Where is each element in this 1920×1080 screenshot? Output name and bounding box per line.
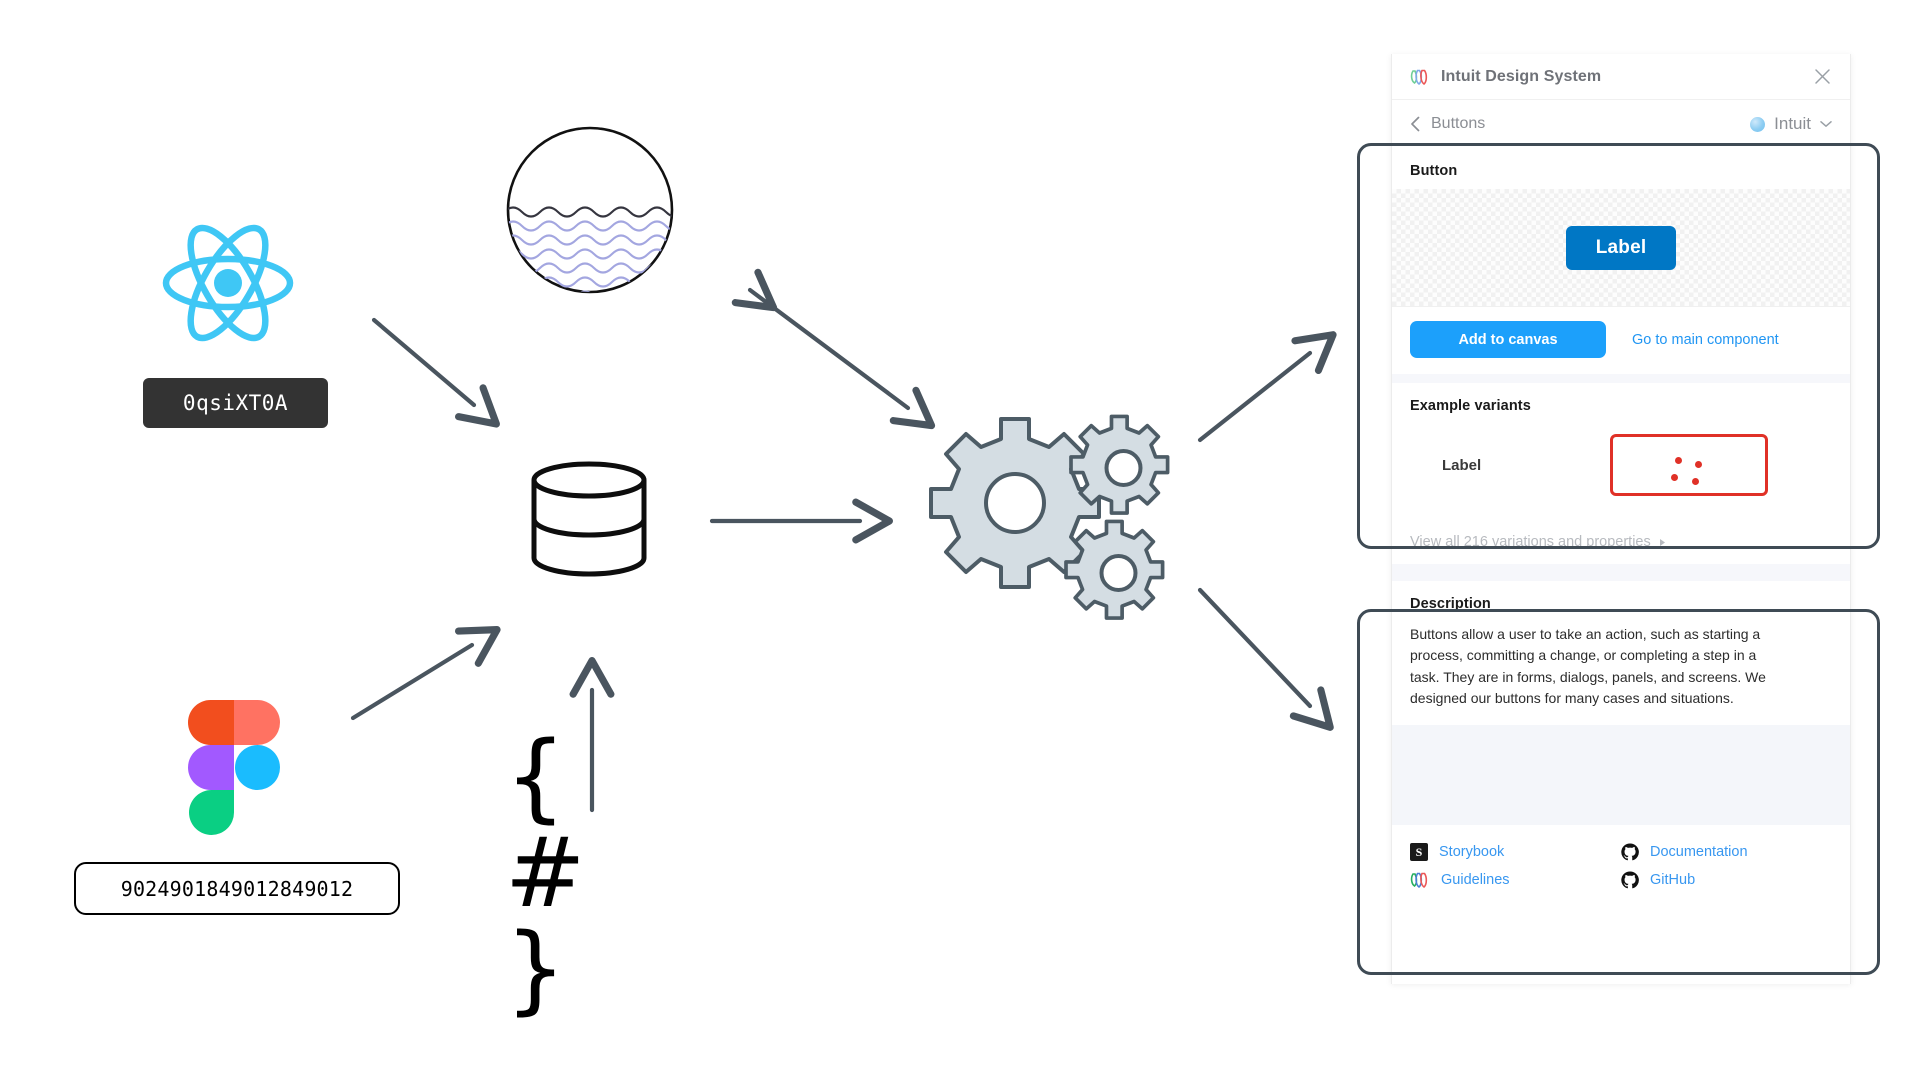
arrow-react-to-database	[371, 317, 500, 428]
arrow-gears-to-description-card	[1197, 587, 1334, 731]
brand-selector[interactable]: Intuit	[1750, 114, 1832, 134]
guidelines-link[interactable]: Guidelines	[1410, 871, 1621, 889]
variant-dot	[1692, 478, 1699, 485]
panel-body: Button Label Add to canvas Go to main co…	[1392, 148, 1850, 908]
storybook-link[interactable]: S Storybook	[1410, 843, 1621, 862]
database-icon	[527, 460, 651, 578]
variants-section: Example variants Label	[1392, 383, 1850, 518]
figma-logo-icon	[188, 700, 280, 835]
intuit-logo-icon	[1410, 871, 1430, 889]
arrow-water-to-gears	[731, 268, 936, 430]
arrow-gears-to-component-card	[1197, 331, 1337, 443]
brand-label: Intuit	[1774, 114, 1811, 133]
guidelines-link-label: Guidelines	[1441, 872, 1510, 889]
description-placeholder-block	[1392, 725, 1850, 826]
description-section-title: Description	[1410, 596, 1491, 612]
variant-dot	[1671, 474, 1678, 481]
breadcrumb-label: Buttons	[1431, 115, 1486, 132]
screen-root: 0qsiXT0A 9024901849012849012 {#} Intui…	[0, 0, 1920, 1080]
section-divider	[1392, 564, 1850, 581]
water-circle-icon	[504, 124, 676, 296]
add-to-canvas-button[interactable]: Add to canvas	[1410, 321, 1606, 358]
chevron-down-icon	[1820, 120, 1832, 128]
code-badge: 0qsiXT0A	[143, 378, 328, 428]
description-body: Buttons allow a user to take an action, …	[1410, 626, 1766, 706]
panel-title: Intuit Design System	[1441, 67, 1602, 85]
storybook-icon: S	[1410, 843, 1428, 862]
react-logo-icon	[158, 218, 298, 348]
number-pill: 9024901849012849012	[74, 862, 400, 915]
caret-right-icon	[1659, 538, 1666, 547]
variant-dot	[1675, 457, 1682, 464]
description-section: Description Buttons allow a user to take…	[1392, 581, 1850, 908]
documentation-link-label: Documentation	[1650, 844, 1748, 861]
variants-section-title: Example variants	[1410, 398, 1531, 414]
github-icon	[1621, 843, 1639, 861]
arrow-figma-to-database	[350, 626, 501, 721]
close-icon[interactable]	[1813, 67, 1832, 86]
code-badge-value: 0qsiXT0A	[182, 391, 289, 415]
storybook-link-label: Storybook	[1439, 844, 1505, 861]
github-icon	[1621, 871, 1639, 889]
number-pill-value: 9024901849012849012	[120, 876, 354, 901]
view-all-variations-link[interactable]: View all 216 variations and properties	[1392, 518, 1850, 564]
variant-row: Label	[1392, 424, 1850, 518]
json-glyph: { # }	[505, 721, 588, 1025]
variant-preview-highlight[interactable]	[1610, 434, 1768, 496]
go-to-main-component-button[interactable]: Go to main component	[1624, 332, 1779, 348]
github-link-label: GitHub	[1650, 872, 1696, 889]
section-divider	[1392, 374, 1850, 383]
plugin-panel: Intuit Design System Buttons Intuit Butt…	[1391, 54, 1851, 984]
preview-label-button[interactable]: Label	[1565, 225, 1677, 270]
variant-dot	[1695, 461, 1702, 468]
view-all-label: View all 216 variations and properties	[1410, 534, 1651, 550]
github-link[interactable]: GitHub	[1621, 871, 1832, 889]
back-to-buttons-button[interactable]: Buttons	[1410, 115, 1485, 133]
component-preview: Label	[1392, 189, 1850, 307]
documentation-link[interactable]: Documentation	[1621, 843, 1832, 861]
gears-icon	[925, 400, 1200, 620]
component-section: Button Label Add to canvas Go to main co…	[1392, 148, 1850, 374]
brand-dot-icon	[1750, 116, 1766, 132]
component-actions: Add to canvas Go to main component	[1392, 307, 1850, 374]
chevron-left-icon	[1410, 116, 1421, 132]
variant-name: Label	[1442, 456, 1482, 474]
component-section-title: Button	[1410, 163, 1458, 179]
panel-breadcrumb-bar: Buttons Intuit	[1392, 100, 1850, 148]
resource-links: S Storybook Documentation Guidelines Git…	[1392, 825, 1850, 907]
panel-titlebar: Intuit Design System	[1392, 54, 1850, 100]
intuit-logo-icon	[1410, 68, 1430, 86]
